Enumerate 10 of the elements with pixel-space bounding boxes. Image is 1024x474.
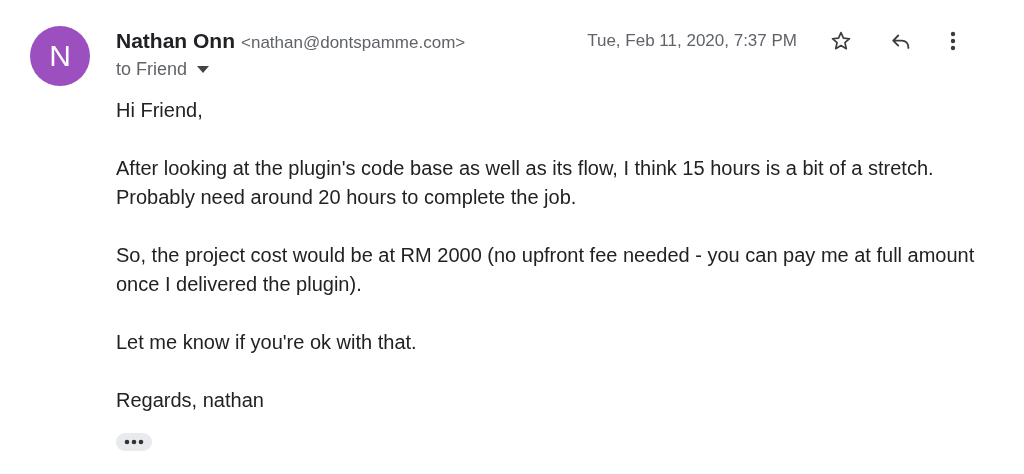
email-date: Tue, Feb 11, 2020, 7:37 PM	[587, 31, 797, 51]
message-paragraph: Regards, nathan	[116, 388, 265, 413]
recipient-dropdown[interactable]: to Friend	[116, 59, 210, 80]
message-paragraph: After looking at the plugin's code base as well as its flow, I think 15 hours is a bit of a stretch. Probably need around 20 hours to complete the job.	[116, 156, 935, 210]
message-paragraph: Let me know if you're ok with that.	[116, 330, 418, 355]
sender-email: <nathan@dontspamme.com>	[241, 33, 466, 53]
sender-name: Nathan Onn	[116, 29, 235, 53]
message-paragraph: Hi Friend,	[116, 98, 204, 123]
avatar[interactable]: N	[30, 26, 90, 86]
message-paragraph: So, the project cost would be at RM 2000 (no upfront fee needed - you can pay me at full amount once I delivered the plugin).	[116, 243, 976, 297]
